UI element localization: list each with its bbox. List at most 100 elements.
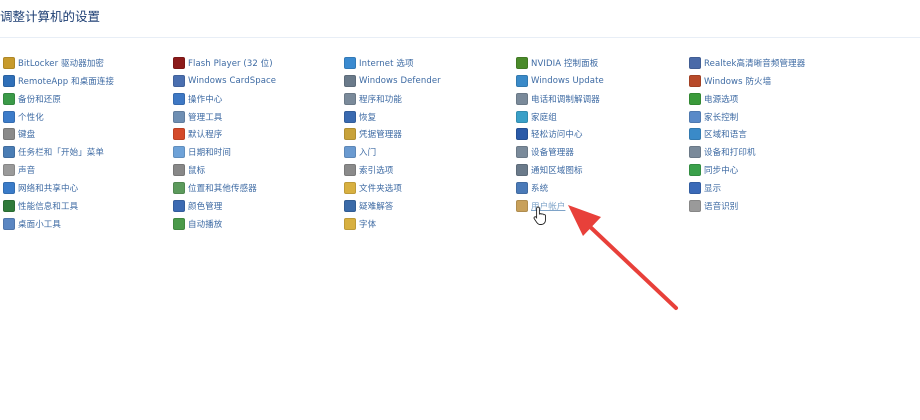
control-panel-item[interactable]: 设备和打印机 [689,144,756,160]
sync-icon [689,164,701,177]
control-panel-item-label: 设备管理器 [531,148,575,159]
control-panel-item[interactable]: 日期和时间 [173,144,231,160]
control-panel-item[interactable]: 入门 [344,144,376,160]
phone-icon [516,92,528,105]
control-panel-item[interactable]: 程序和功能 [344,91,402,107]
control-panel-item[interactable]: 家庭组 [516,109,557,125]
control-panel-item[interactable]: 恢复 [344,109,376,125]
control-panel-item[interactable]: Realtek高清晰音频管理器 [689,55,805,71]
control-panel-item[interactable]: 自动播放 [173,216,222,232]
control-panel-item-label: 管理工具 [188,112,223,123]
control-panel-item-label: 位置和其他传感器 [188,183,257,194]
flash-icon [173,57,185,69]
control-panel-item[interactable]: 管理工具 [173,109,222,125]
control-panel-item[interactable]: 鼠标 [173,162,205,178]
ease-of-access-icon [516,128,528,141]
control-panel-item[interactable]: 字体 [344,216,376,232]
control-panel-item-label: 通知区域图标 [531,166,583,177]
control-panel-item-label: 索引选项 [359,166,394,177]
control-panel-item-label: 区域和语言 [704,130,748,141]
control-panel-item-label: 电源选项 [704,94,739,105]
control-panel-item-label: 显示 [704,183,722,194]
control-panel-item-label: 家长控制 [704,112,739,123]
control-panel-item[interactable]: 显示 [689,180,721,196]
control-panel-item[interactable]: 备份和还原 [3,91,61,107]
folder-icon [344,181,356,194]
region-icon [689,128,701,141]
clock-icon [173,146,185,159]
realtek-icon [689,57,701,69]
control-panel-item-label: 入门 [359,148,377,159]
control-panel-item[interactable]: 电源选项 [689,91,738,107]
control-panel-item[interactable]: 操作中心 [173,91,222,107]
sensor-icon [173,181,185,194]
display-icon [689,181,701,194]
defender-icon [344,74,356,87]
control-panel-item-label: 备份和还原 [18,94,62,105]
control-panel-item-label: Windows 防火墙 [704,76,772,87]
control-panel-item[interactable]: Flash Player (32 位) [173,55,273,71]
remoteapp-icon [3,74,15,87]
gadgets-icon [3,217,15,230]
programs-icon [344,92,356,105]
control-panel-item[interactable]: 区域和语言 [689,126,747,142]
control-panel-item[interactable]: Windows Update [516,73,604,89]
control-panel-item[interactable]: Windows Defender [344,73,441,89]
control-panel-item-label: 电话和调制解调器 [531,94,600,105]
control-panel-item-label: 凭据管理器 [359,130,403,141]
control-panel-item-label: Internet 选项 [359,59,414,69]
control-panel-item[interactable]: 系统 [516,180,548,196]
parental-icon [689,110,701,123]
control-panel-item[interactable]: 声音 [3,162,35,178]
action-center-icon [173,92,185,105]
control-panel-item[interactable]: 桌面小工具 [3,216,61,232]
control-panel-item[interactable]: 网络和共享中心 [3,180,78,196]
homegroup-icon [516,110,528,123]
control-panel-item-label: 同步中心 [704,166,739,177]
indexing-icon [344,164,356,177]
control-panel-item[interactable]: 个性化 [3,109,44,125]
control-panel-item[interactable]: 设备管理器 [516,144,574,160]
system-icon [516,181,528,194]
control-panel-item[interactable]: Windows CardSpace [173,73,276,89]
control-panel-item-label: 系统 [531,183,549,194]
control-panel-item-label: 自动播放 [188,219,223,230]
control-panel-item[interactable]: BitLocker 驱动器加密 [3,55,104,71]
control-panel-item-label: 设备和打印机 [704,148,756,159]
control-panel-item-label: 操作中心 [188,94,223,105]
control-panel-item[interactable]: 性能信息和工具 [3,198,78,214]
control-panel-item[interactable]: 疑难解答 [344,198,393,214]
control-panel-item[interactable]: 轻松访问中心 [516,126,583,142]
control-panel-item[interactable]: 颜色管理 [173,198,222,214]
control-panel-item[interactable]: 通知区域图标 [516,162,583,178]
control-panel-item[interactable]: 家长控制 [689,109,738,125]
control-panel-item[interactable]: 任务栏和「开始」菜单 [3,144,104,160]
power-icon [689,92,701,105]
control-panel-item[interactable]: 语音识别 [689,198,738,214]
control-panel-item[interactable]: Windows 防火墙 [689,73,771,89]
control-panel-item-label: 鼠标 [188,166,206,177]
personalization-icon [3,110,15,123]
control-panel-item[interactable]: 文件夹选项 [344,180,402,196]
control-panel-item[interactable]: 索引选项 [344,162,393,178]
control-panel-item[interactable]: 凭据管理器 [344,126,402,142]
sound-icon [3,164,15,177]
control-panel-item-label: 桌面小工具 [18,219,62,230]
control-panel-item[interactable]: 默认程序 [173,126,222,142]
control-panel-item[interactable]: 同步中心 [689,162,738,178]
control-panel-item-label: 性能信息和工具 [18,201,79,212]
admin-tools-icon [173,110,185,123]
control-panel-item[interactable]: NVIDIA 控制面板 [516,55,598,71]
firewall-icon [689,74,701,87]
control-panel-item[interactable]: 电话和调制解调器 [516,91,600,107]
control-panel-item-label: Windows CardSpace [188,75,277,86]
internet-icon [344,57,356,69]
control-panel-item[interactable]: 键盘 [3,126,35,142]
control-panel-item-label: 字体 [359,219,377,230]
control-panel-item[interactable]: RemoteApp 和桌面连接 [3,73,114,89]
control-panel-item[interactable]: 位置和其他传感器 [173,180,257,196]
bitlocker-icon [3,57,15,69]
credential-icon [344,128,356,141]
hand-cursor-icon [533,206,546,225]
control-panel-item[interactable]: Internet 选项 [344,55,414,71]
